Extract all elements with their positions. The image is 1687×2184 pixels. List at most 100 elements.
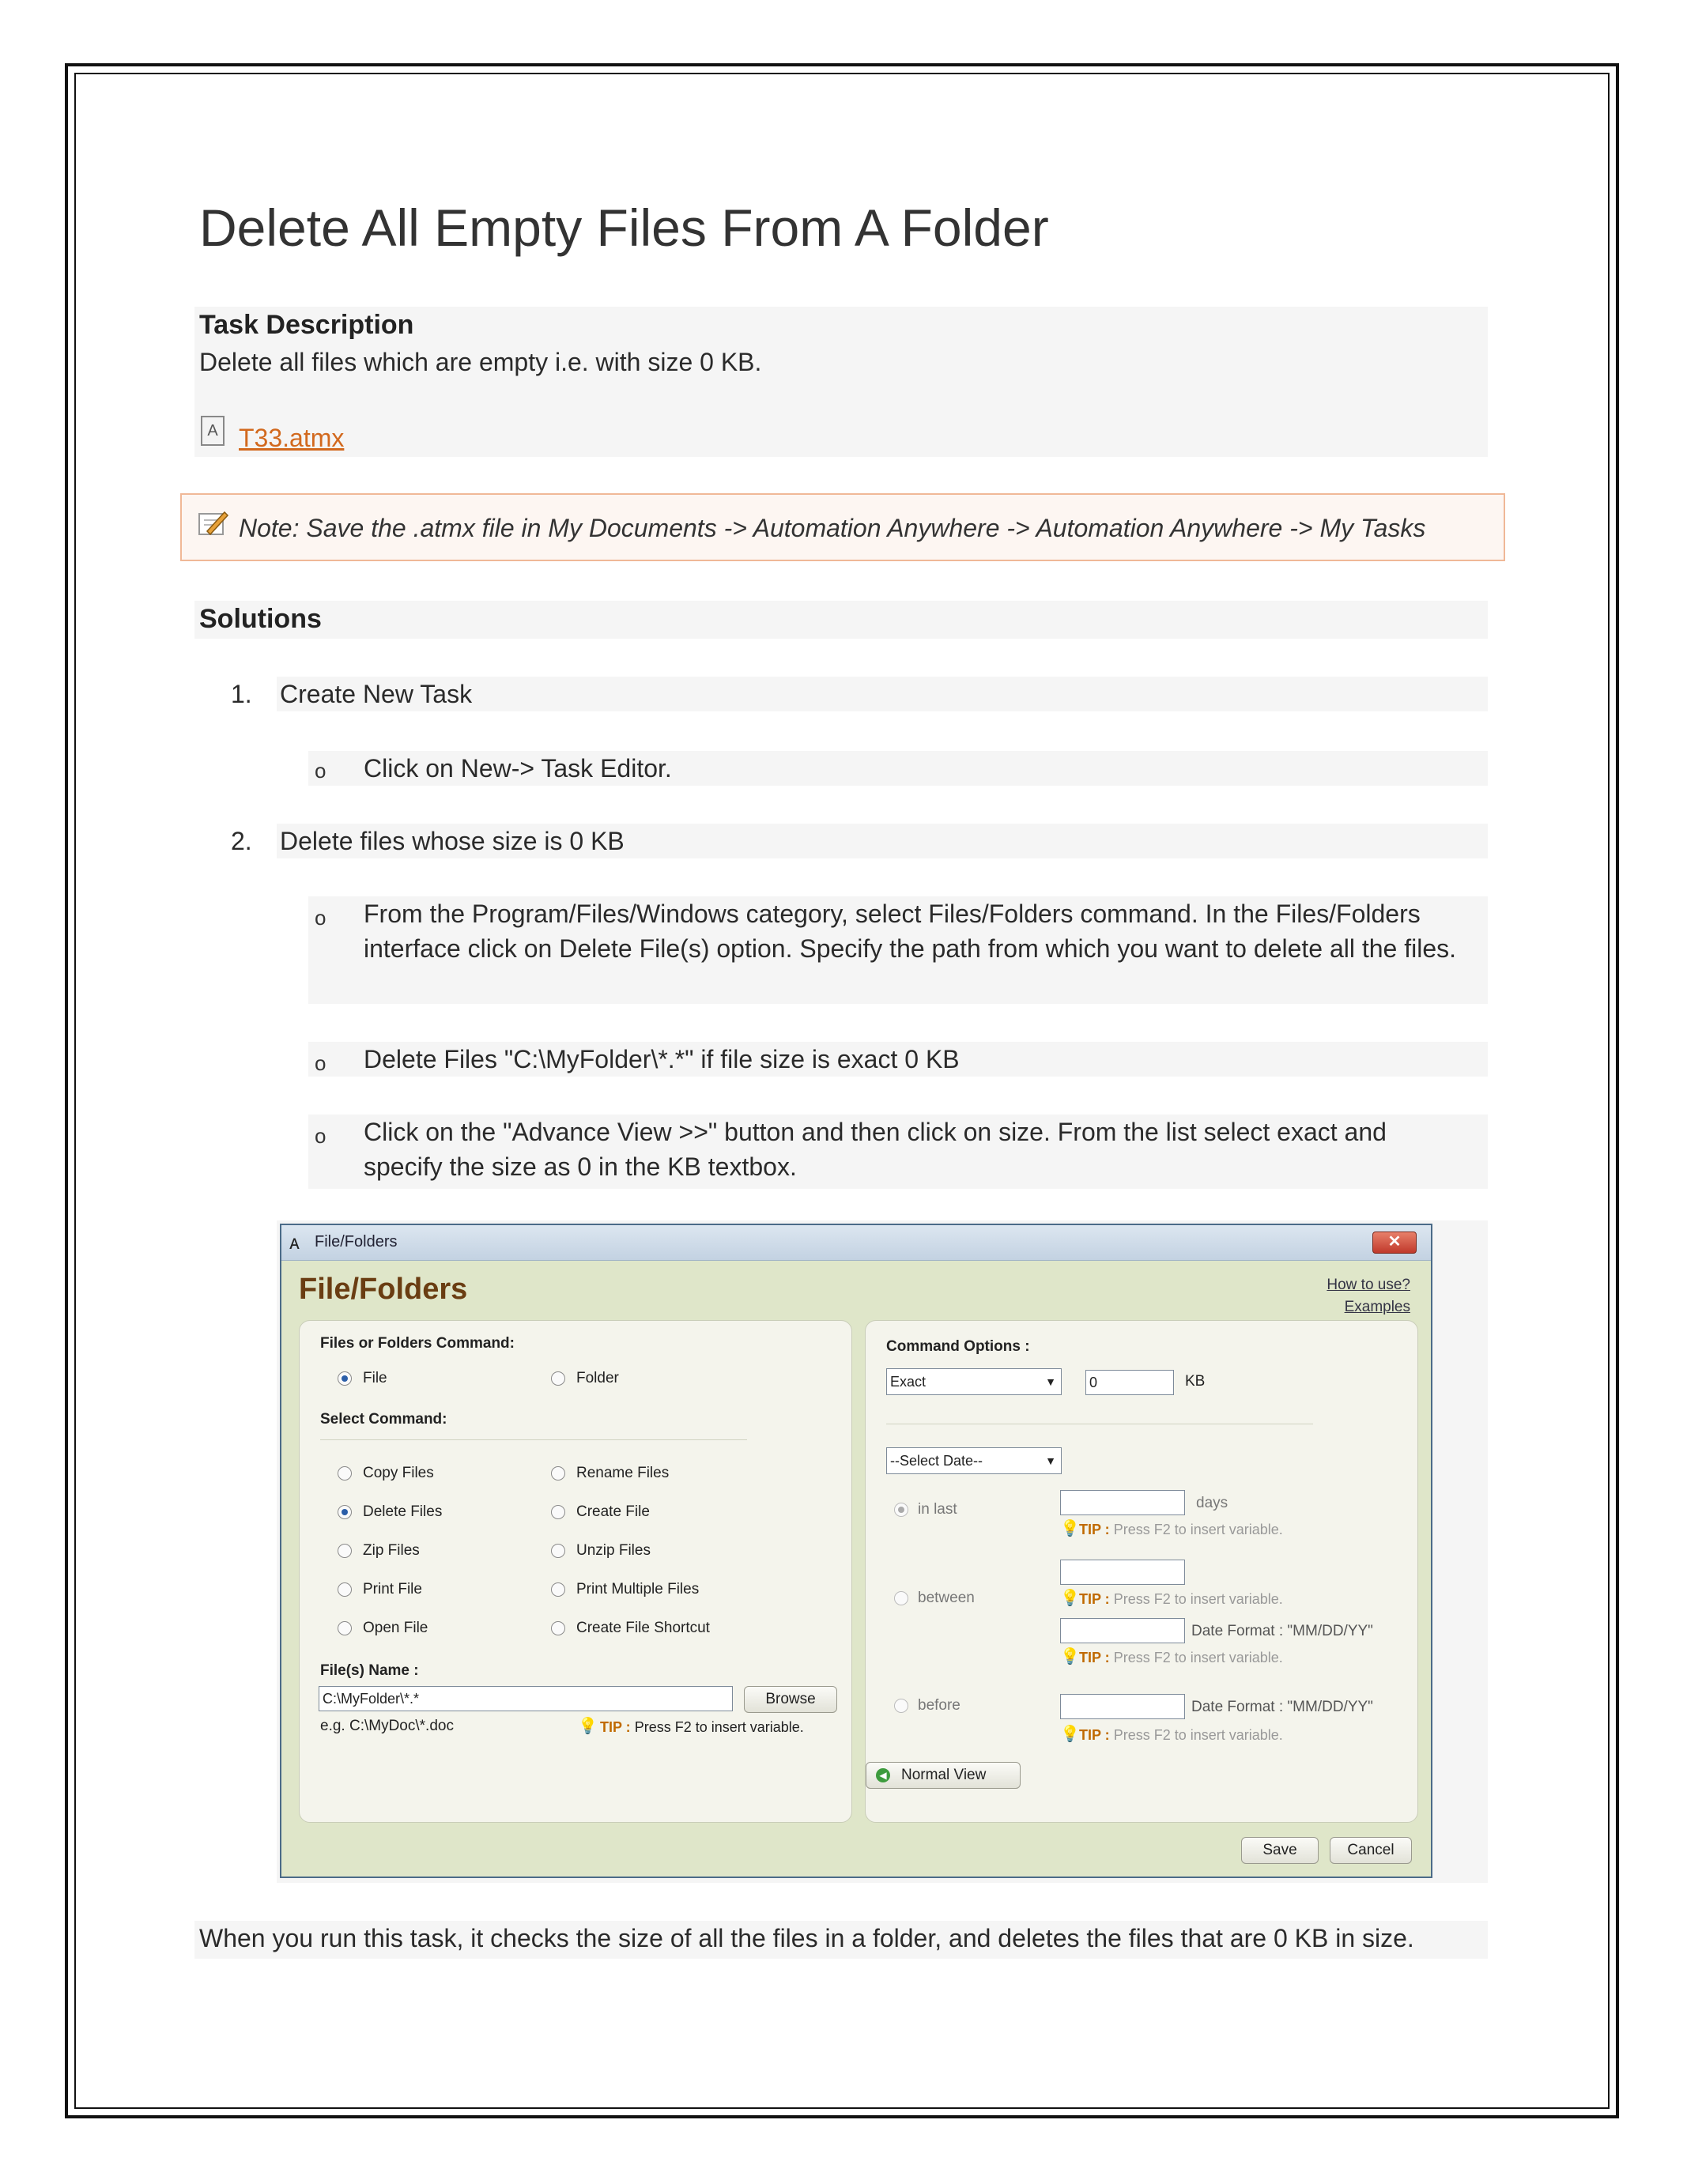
tip-body: Press F2 to insert variable. [1113,1522,1283,1537]
files-name-input[interactable]: C:\MyFolder\*.* [319,1686,733,1711]
tip-text: TIP : Press F2 to insert variable. [1079,1650,1283,1666]
radio-delete-files[interactable] [338,1505,352,1519]
zip-files-label: Zip Files [363,1542,420,1559]
print-file-label: Print File [363,1581,422,1597]
create-file-shortcut-label: Create File Shortcut [576,1620,710,1636]
between-start-input[interactable] [1060,1560,1185,1585]
radio-in-last[interactable] [894,1503,908,1517]
between-end-input[interactable] [1060,1618,1185,1643]
bullet-marker: o [315,1051,326,1075]
print-multiple-files-label: Print Multiple Files [576,1581,700,1597]
radio-open-file[interactable] [338,1621,352,1635]
radio-create-file[interactable] [551,1505,565,1519]
lightbulb-icon: 💡 [1060,1648,1080,1665]
closing-text: When you run this task, it checks the si… [199,1924,1414,1952]
unzip-files-label: Unzip Files [576,1542,651,1559]
step-1-bullet-1: Click on New-> Task Editor. [364,754,672,783]
save-button[interactable]: Save [1241,1837,1319,1864]
radio-zip-files[interactable] [338,1544,352,1558]
tip-prefix: TIP : [1079,1522,1110,1537]
chevron-down-icon: ▼ [1045,1375,1056,1388]
radio-folder-label: Folder [576,1370,619,1386]
between-label: between [918,1590,975,1606]
lightbulb-icon: 💡 [578,1718,598,1735]
tip-body: Press F2 to insert variable. [1113,1727,1283,1743]
tip-text: TIP : Press F2 to insert variable. [1079,1591,1283,1608]
radio-print-multiple-files[interactable] [551,1582,565,1597]
tip-prefix: TIP : [1079,1591,1110,1607]
step-1-text: Create New Task [280,680,473,708]
in-last-label: in last [918,1501,957,1518]
attachment-link[interactable]: T33.atmx [239,424,344,453]
command-panel: Files or Folders Command: File Folder Se… [299,1320,852,1823]
normal-view-button[interactable]: ◀ Normal View [866,1762,1021,1789]
date-select[interactable]: --Select Date-- ▼ [886,1447,1062,1474]
radio-folder[interactable] [551,1371,565,1386]
normal-view-label: Normal View [901,1767,987,1783]
radio-print-file[interactable] [338,1582,352,1597]
bullet-marker: o [315,759,326,783]
tip-text: TIP : Press F2 to insert variable. [600,1719,804,1736]
atmx-file-icon: A [201,416,225,446]
radio-copy-files[interactable] [338,1466,352,1481]
divider [320,1439,747,1440]
task-description-text: Delete all files which are empty i.e. wi… [199,348,762,376]
command-options-label: Command Options : [886,1338,1030,1355]
lightbulb-icon: 💡 [1060,1726,1080,1743]
dialog-titlebar: ᴀ File/Folders ✕ [281,1225,1431,1261]
arrow-left-icon: ◀ [876,1768,890,1782]
radio-before[interactable] [894,1699,908,1713]
cancel-button[interactable]: Cancel [1330,1837,1412,1864]
before-input[interactable] [1060,1694,1185,1719]
step-2-text: Delete files whose size is 0 KB [280,827,625,855]
files-or-folders-label: Files or Folders Command: [320,1335,515,1352]
note-text: Note: Save the .atmx file in My Document… [239,514,1426,542]
radio-rename-files[interactable] [551,1466,565,1481]
browse-button[interactable]: Browse [744,1686,837,1713]
dialog-help-links: How to use? Examples [1327,1274,1410,1318]
page-title: Delete All Empty Files From A Folder [199,198,1049,257]
radio-file[interactable] [338,1371,352,1386]
tip-body: Press F2 to insert variable. [1113,1591,1283,1607]
radio-file-label: File [363,1370,387,1386]
step-2-bullet-2: Delete Files "C:\MyFolder\*.*" if file s… [364,1045,960,1073]
command-options-panel: Command Options : Exact ▼ 0 KB --Select … [865,1320,1418,1823]
lightbulb-icon: 💡 [1060,1590,1080,1607]
radio-unzip-files[interactable] [551,1544,565,1558]
files-name-label: File(s) Name : [320,1662,419,1679]
tip-body: Press F2 to insert variable. [634,1719,804,1735]
how-to-use-link[interactable]: How to use? [1327,1274,1410,1296]
examples-link[interactable]: Examples [1327,1296,1410,1318]
radio-between[interactable] [894,1591,908,1605]
tip-prefix: TIP : [600,1719,631,1735]
date-format-label: Date Format : "MM/DD/YY" [1191,1699,1373,1715]
files-name-example: e.g. C:\MyDoc\*.doc [320,1718,454,1734]
lightbulb-icon: 💡 [1060,1520,1080,1537]
rename-files-label: Rename Files [576,1465,670,1481]
size-mode-value: Exact [890,1374,927,1390]
solutions-heading: Solutions [199,604,322,634]
chevron-down-icon: ▼ [1045,1454,1056,1467]
date-format-label: Date Format : "MM/DD/YY" [1191,1623,1373,1639]
size-mode-select[interactable]: Exact ▼ [886,1368,1062,1395]
tip-text: TIP : Press F2 to insert variable. [1079,1727,1283,1744]
close-icon[interactable]: ✕ [1372,1232,1417,1254]
days-label: days [1196,1495,1228,1511]
copy-files-label: Copy Files [363,1465,434,1481]
tip-text: TIP : Press F2 to insert variable. [1079,1522,1283,1538]
in-last-input[interactable] [1060,1490,1185,1515]
step-2-bullet-1: From the Program/Files/Windows category,… [364,900,1457,963]
radio-create-file-shortcut[interactable] [551,1621,565,1635]
size-value-input[interactable]: 0 [1085,1370,1174,1395]
step-2-bullet-3: Click on the "Advance View >>" button an… [364,1118,1387,1181]
dialog-heading: File/Folders [299,1273,468,1306]
tip-body: Press F2 to insert variable. [1113,1650,1283,1665]
size-unit-label: KB [1185,1373,1206,1390]
open-file-label: Open File [363,1620,428,1636]
file-folders-dialog: ᴀ File/Folders ✕ File/Folders How to use… [280,1224,1432,1878]
dialog-window-title: File/Folders [315,1233,398,1250]
pencil-note-icon [198,511,229,536]
tip-prefix: TIP : [1079,1650,1110,1665]
date-select-value: --Select Date-- [890,1453,983,1469]
delete-files-label: Delete Files [363,1503,443,1520]
